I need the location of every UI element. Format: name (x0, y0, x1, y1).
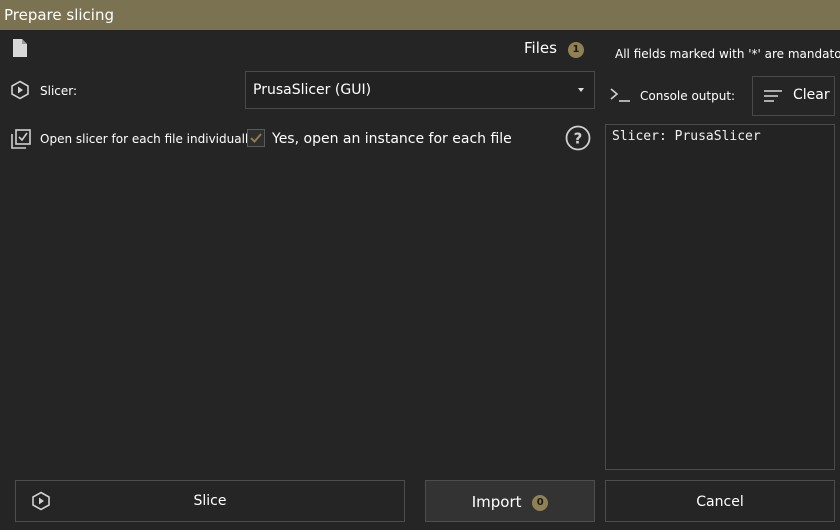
window-title: Prepare slicing (4, 6, 114, 24)
import-button[interactable]: Import 0 (425, 480, 595, 522)
files-label: Files (524, 39, 557, 57)
cancel-button[interactable]: Cancel (605, 480, 835, 522)
console-output-label: Console output: (640, 89, 736, 103)
clear-lines-icon (763, 89, 783, 103)
import-label: Import (471, 493, 522, 511)
slicer-label: Slicer: (40, 84, 78, 98)
slicer-select[interactable]: PrusaSlicer (GUI) (245, 71, 595, 109)
files-count-badge: 1 (568, 42, 585, 58)
slicer-cube-icon (10, 80, 30, 100)
help-icon[interactable]: ? (565, 125, 591, 151)
terminal-icon (609, 87, 631, 103)
multi-checkbox-icon (10, 128, 32, 150)
mandatory-note: All fields marked with '*' are mandatory… (615, 47, 840, 61)
files-header: Files 1 (524, 38, 585, 58)
open-each-checkbox-label[interactable]: Yes, open an instance for each file (272, 131, 512, 147)
console-output[interactable]: Slicer: PrusaSlicer (605, 124, 835, 470)
console-text: Slicer: PrusaSlicer (612, 129, 761, 144)
open-each-label: Open slicer for each file individually? (40, 132, 262, 146)
import-count-badge: 0 (532, 495, 549, 511)
title-bar: Prepare slicing (0, 0, 840, 30)
checkmark-icon (250, 133, 262, 143)
clear-button[interactable]: Clear (752, 76, 835, 116)
slice-label: Slice (193, 493, 227, 509)
slice-button[interactable]: Slice (15, 480, 405, 522)
file-icon (12, 38, 28, 58)
cancel-label: Cancel (696, 494, 744, 510)
dropdown-arrow-icon (578, 88, 584, 92)
import-button-content: Import 0 (426, 493, 594, 511)
clear-label: Clear (793, 87, 830, 103)
slicer-selected-value: PrusaSlicer (GUI) (253, 82, 372, 98)
open-each-checkbox[interactable] (247, 129, 265, 147)
svg-text:?: ? (574, 130, 583, 148)
